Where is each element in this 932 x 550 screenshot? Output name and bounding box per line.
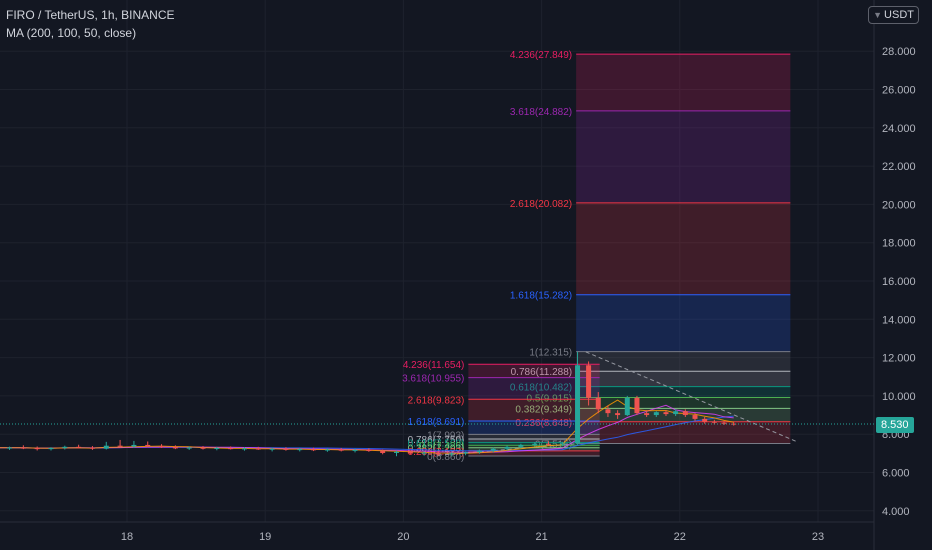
fib-level-label: 2.618(20.082): [510, 199, 572, 210]
currency-selector[interactable]: ▼ USDT: [868, 6, 919, 24]
candle-body: [283, 448, 289, 450]
candle-body: [702, 418, 708, 422]
candle-body: [421, 452, 427, 454]
candle-body: [595, 397, 601, 410]
candle-body: [228, 447, 234, 450]
candle-body: [449, 453, 455, 455]
candle-body: [463, 452, 469, 454]
candle-body: [615, 413, 621, 416]
y-tick-label: 16.000: [882, 276, 916, 288]
candle-body: [435, 452, 441, 455]
candle-body: [366, 449, 372, 452]
x-tick-label: 22: [674, 531, 686, 543]
y-tick-label: 20.000: [882, 199, 916, 211]
y-tick-label: 26.000: [882, 85, 916, 97]
candle-body: [644, 413, 650, 416]
indicator-legend[interactable]: MA (200, 100, 50, close): [6, 26, 136, 40]
candle-body: [186, 447, 192, 449]
candle-body: [103, 445, 109, 449]
symbol-legend[interactable]: FIRO / TetherUS, 1h, BINANCE: [6, 8, 175, 22]
candle-body: [352, 449, 358, 451]
candle-body: [62, 446, 68, 448]
x-tick-label: 19: [259, 531, 271, 543]
candle-body: [476, 450, 482, 453]
candle-body: [682, 411, 688, 416]
candle-body: [131, 444, 137, 447]
candle-body: [172, 447, 178, 449]
candle-body: [393, 451, 399, 453]
candle-body: [255, 448, 261, 450]
y-tick-label: 10.000: [882, 391, 916, 403]
candle-body: [407, 451, 413, 454]
candle-body: [89, 447, 95, 449]
currency-label: USDT: [884, 9, 914, 21]
fib-zone: [576, 294, 791, 352]
fib-zone: [576, 371, 791, 387]
candle-body: [311, 449, 317, 451]
candle-body: [380, 451, 386, 453]
last-price-tag: 8.530: [876, 417, 914, 433]
y-tick-label: 24.000: [882, 123, 916, 135]
candle-body: [546, 443, 552, 445]
candle-body: [586, 365, 592, 398]
candle-body: [117, 445, 123, 447]
fib-zone: [576, 202, 791, 295]
candle-body: [214, 447, 220, 449]
y-tick-label: 6.000: [882, 468, 910, 480]
candle-body: [338, 449, 344, 451]
candle-body: [653, 412, 659, 416]
y-tick-label: 12.000: [882, 353, 916, 365]
x-tick-label: 23: [812, 531, 824, 543]
x-tick-label: 18: [121, 531, 133, 543]
candle-body: [575, 365, 581, 444]
candle-body: [34, 447, 40, 450]
candle-body: [48, 447, 54, 450]
x-tick-label: 21: [535, 531, 547, 543]
candle-body: [324, 449, 330, 451]
candle-body: [634, 397, 640, 414]
fib-level-label: 1(12.315): [529, 348, 572, 359]
candle-body: [711, 421, 717, 423]
y-tick-label: 22.000: [882, 161, 916, 173]
candle-body: [663, 412, 669, 415]
y-tick-label: 4.000: [882, 506, 910, 518]
fib-level-label: 1.618(8.691): [408, 417, 465, 428]
fib-zone: [576, 54, 791, 111]
fib-level-label: 3.618(24.882): [510, 107, 572, 118]
candle-body: [76, 446, 82, 448]
chevron-down-icon: ▼: [873, 10, 883, 20]
candle-body: [673, 411, 679, 415]
candle-body: [159, 446, 165, 448]
candle-body: [7, 447, 13, 449]
candle-body: [297, 449, 303, 451]
y-tick-label: 18.000: [882, 238, 916, 250]
fib-level-label: 0(6.860): [427, 452, 464, 463]
candle-body: [692, 415, 698, 419]
y-tick-label: 28.000: [882, 46, 916, 58]
candle-body: [269, 448, 275, 450]
candle-body: [605, 409, 611, 414]
fib-level-label: 2.618(9.823): [408, 395, 465, 406]
candle-body: [490, 448, 496, 451]
candle-body: [504, 446, 510, 449]
fib-zone: [576, 386, 791, 398]
price-chart[interactable]: 4.236(27.849) 3.618(24.882) 2.618(20.082) 1…: [0, 0, 932, 550]
x-tick-label: 20: [397, 531, 409, 543]
fib-zone: [576, 110, 791, 203]
candle-body: [721, 422, 727, 424]
candle-body: [624, 397, 630, 416]
candle-body: [20, 447, 26, 449]
fib-level-label: 3.618(10.955): [402, 374, 464, 385]
candle-body: [532, 443, 538, 445]
candle-body: [200, 447, 206, 449]
fib-level-label: 4.236(27.849): [510, 50, 572, 61]
fib-level-label: 1.618(15.282): [510, 291, 572, 302]
candle-body: [518, 444, 524, 447]
candle-body: [241, 448, 247, 450]
fib-level-label: 4.236(11.654): [403, 360, 465, 371]
candle-body: [145, 444, 151, 447]
candle-body: [559, 443, 565, 445]
y-tick-label: 14.000: [882, 314, 916, 326]
fib-zone: [576, 421, 791, 444]
